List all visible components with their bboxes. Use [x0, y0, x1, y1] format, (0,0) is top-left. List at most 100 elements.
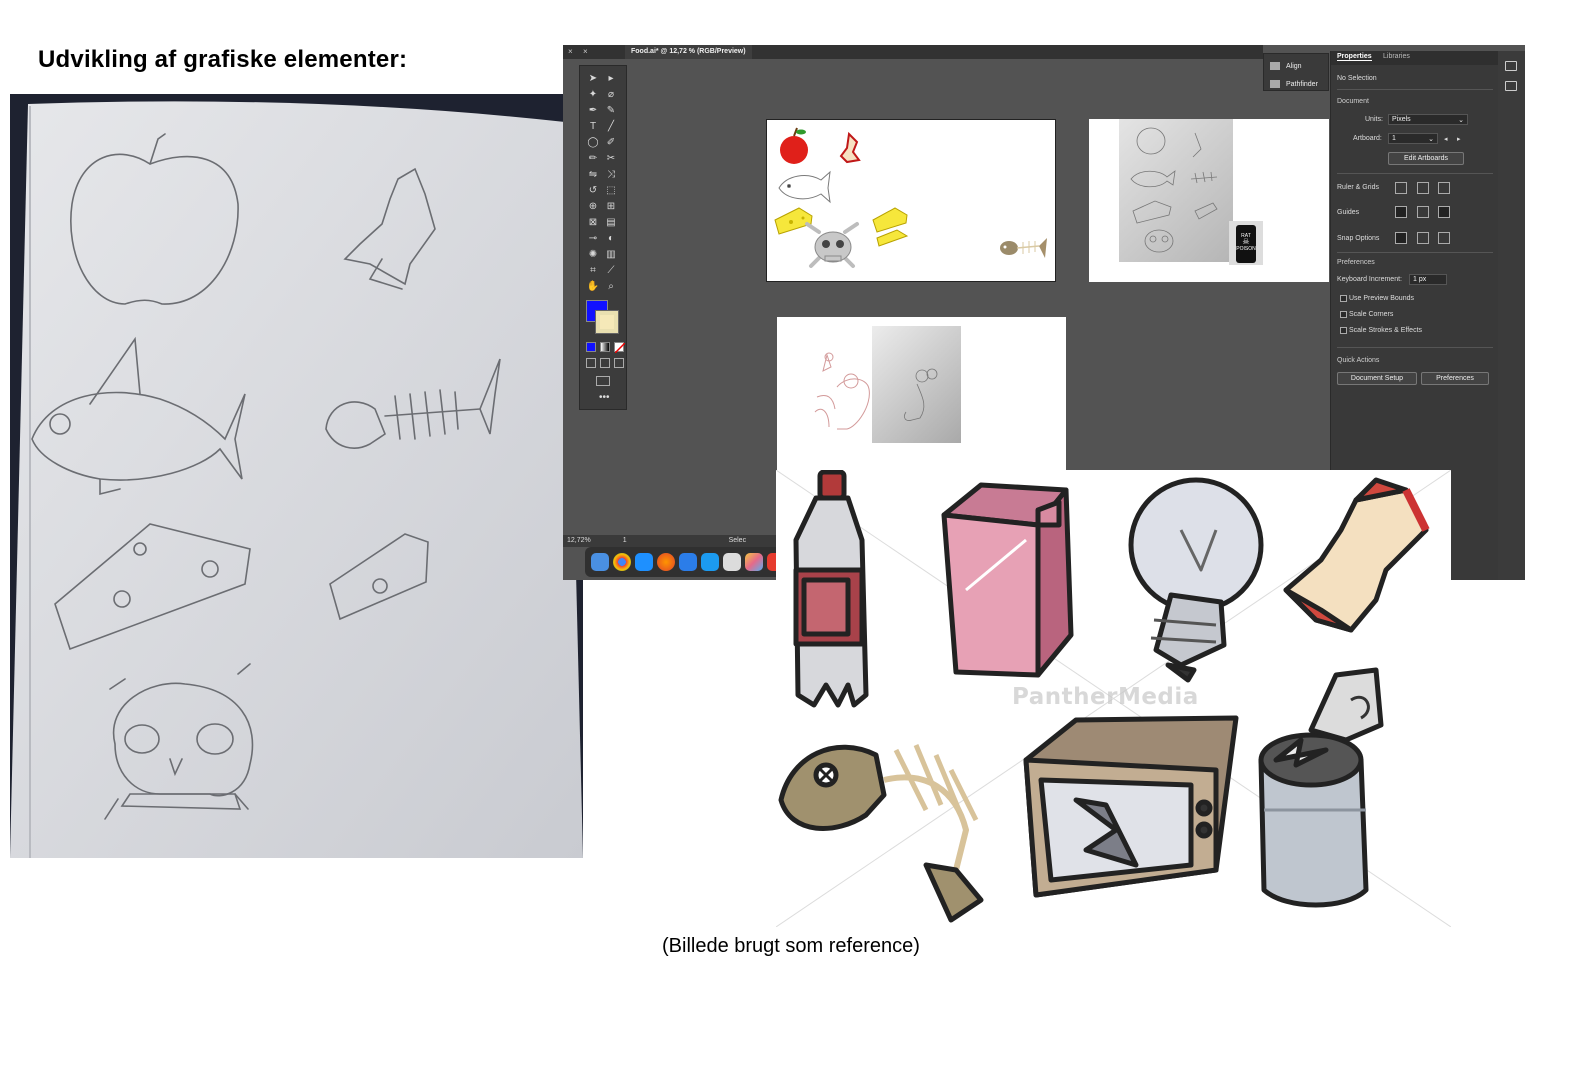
properties-panel-icon[interactable] — [1505, 61, 1517, 71]
status-bar: 12,72% 1 Selec — [563, 535, 778, 547]
warp-tool-icon[interactable]: ↺ — [586, 184, 600, 198]
type-tool-icon[interactable]: T — [586, 120, 600, 134]
snap-to-point-icon[interactable] — [1395, 232, 1407, 244]
hand-tool-icon[interactable]: ✋ — [586, 280, 600, 294]
milk-carton-icon — [941, 482, 1074, 678]
none-mode-icon[interactable] — [614, 342, 625, 353]
snap-options-label: Snap Options — [1337, 235, 1380, 242]
column-graph-tool-icon[interactable]: ▥ — [604, 248, 618, 262]
artboard-tool-icon[interactable]: ⌗ — [586, 264, 600, 278]
screen-mode-icon[interactable] — [596, 376, 610, 386]
zoom-tool-icon[interactable]: ⌕ — [604, 280, 618, 294]
line-tool-icon[interactable]: ╱ — [604, 120, 618, 134]
scale-strokes-checkbox[interactable] — [1340, 327, 1347, 334]
document-tab-bar: × × Food.ai* @ 12,72 % (RGB/Preview) — [563, 45, 1263, 59]
symbol-sprayer-tool-icon[interactable]: ✺ — [586, 248, 600, 262]
keyboard-increment-input[interactable]: 1 px — [1409, 274, 1447, 285]
pencil-tool-icon[interactable]: ✏ — [586, 152, 600, 166]
pathfinder-icon — [1270, 80, 1280, 88]
cheese-icon — [774, 207, 813, 235]
artboard-label: Artboard: — [1353, 135, 1382, 142]
draw-inside-icon[interactable] — [614, 358, 624, 368]
lock-guides-icon[interactable] — [1417, 206, 1429, 218]
snap-to-pixel-icon[interactable] — [1438, 232, 1450, 244]
blend-tool-icon[interactable]: ◐ — [604, 232, 618, 246]
close-icon[interactable]: × — [583, 47, 588, 56]
selection-status: No Selection — [1337, 75, 1377, 82]
color-mode-icon[interactable] — [586, 342, 596, 352]
sketch-thumbnail-art — [1130, 127, 1218, 253]
gradient-tool-icon[interactable]: ▤ — [604, 216, 618, 230]
finder-icon[interactable] — [591, 553, 609, 571]
magic-wand-tool-icon[interactable]: ✦ — [586, 88, 600, 102]
calculator-icon[interactable] — [723, 553, 741, 571]
direct-selection-tool-icon[interactable]: ▸ — [604, 72, 618, 86]
draw-normal-icon[interactable] — [586, 358, 596, 368]
firefox-icon[interactable] — [657, 553, 675, 571]
chrome-icon[interactable] — [613, 553, 631, 571]
sketch-drawings — [10, 94, 583, 858]
tin-can-icon — [1258, 667, 1384, 908]
stroke-color-swatch[interactable] — [595, 310, 619, 334]
shape-builder-tool-icon[interactable]: ⊕ — [586, 200, 600, 214]
light-bulb-icon — [1128, 477, 1264, 683]
pen-tool-icon[interactable]: ✒ — [586, 104, 600, 118]
reference-image: PantherMedia — [776, 470, 1451, 927]
mesh-tool-icon[interactable]: ⊠ — [586, 216, 600, 230]
libraries-panel-icon[interactable] — [1505, 81, 1517, 91]
ruler-icon[interactable] — [1395, 182, 1407, 194]
cheese-icon — [872, 207, 909, 247]
next-artboard-icon[interactable]: ▸ — [1457, 135, 1461, 143]
preferences-section-title: Preferences — [1337, 259, 1375, 266]
scale-corners-checkbox[interactable] — [1340, 311, 1347, 318]
units-label: Units: — [1365, 116, 1383, 123]
artboard-navigator[interactable]: 1 — [623, 537, 627, 544]
preferences-button[interactable]: Preferences — [1421, 372, 1489, 385]
artboard-1[interactable] — [766, 119, 1056, 282]
grid-icon[interactable] — [1417, 182, 1429, 194]
smart-guides-icon[interactable] — [1438, 206, 1450, 218]
broken-tv-icon — [1023, 715, 1239, 898]
perspective-tool-icon[interactable]: ⊞ — [604, 200, 618, 214]
eyedropper-tool-icon[interactable]: ⊸ — [586, 232, 600, 246]
align-panel-tab[interactable]: Align — [1270, 62, 1302, 70]
document-section-title: Document — [1337, 98, 1369, 105]
show-guides-icon[interactable] — [1395, 206, 1407, 218]
units-dropdown[interactable]: Pixels ⌄ — [1388, 114, 1468, 125]
artboard-2[interactable]: RAT ☠ POISON — [1089, 119, 1329, 282]
width-tool-icon[interactable]: ⤨ — [604, 168, 618, 182]
scissors-tool-icon[interactable]: ✂ — [604, 152, 618, 166]
snap-to-grid-icon[interactable] — [1417, 232, 1429, 244]
mail-icon[interactable] — [679, 553, 697, 571]
panel-icon-strip — [1498, 51, 1525, 580]
safari-icon[interactable] — [635, 553, 653, 571]
reflect-tool-icon[interactable]: ⇋ — [586, 168, 600, 182]
prev-artboard-icon[interactable]: ◂ — [1444, 135, 1448, 143]
close-icon[interactable]: × — [568, 47, 573, 56]
curvature-tool-icon[interactable]: ✎ — [604, 104, 618, 118]
document-tab[interactable]: Food.ai* @ 12,72 % (RGB/Preview) — [625, 45, 752, 59]
tab-properties[interactable]: Properties — [1337, 53, 1372, 61]
document-setup-button[interactable]: Document Setup — [1337, 372, 1417, 385]
fish-icon — [778, 170, 831, 204]
keyboard-increment-label: Keyboard Increment: — [1337, 276, 1402, 283]
more-tools-icon[interactable]: ••• — [599, 392, 610, 403]
gradient-mode-icon[interactable] — [600, 342, 610, 352]
tab-libraries[interactable]: Libraries — [1383, 53, 1410, 60]
draw-behind-icon[interactable] — [600, 358, 610, 368]
selection-tool-icon[interactable]: ➤ — [586, 72, 600, 86]
free-transform-tool-icon[interactable]: ⬚ — [604, 184, 618, 198]
ellipse-tool-icon[interactable]: ◯ — [586, 136, 600, 150]
photos-icon[interactable] — [745, 553, 763, 571]
slice-tool-icon[interactable]: ⟋ — [604, 264, 618, 278]
artboard-3[interactable] — [777, 317, 1066, 477]
paintbrush-tool-icon[interactable]: ✐ — [604, 136, 618, 150]
edit-artboards-button[interactable]: Edit Artboards — [1388, 152, 1464, 165]
lasso-tool-icon[interactable]: ⌀ — [604, 88, 618, 102]
use-preview-bounds-checkbox[interactable] — [1340, 295, 1347, 302]
zoom-level[interactable]: 12,72% — [567, 537, 591, 544]
transparency-grid-icon[interactable] — [1438, 182, 1450, 194]
app-store-icon[interactable] — [701, 553, 719, 571]
artboard-dropdown[interactable]: 1 ⌄ — [1388, 133, 1438, 144]
pathfinder-panel-tab[interactable]: Pathfinder — [1270, 80, 1318, 88]
